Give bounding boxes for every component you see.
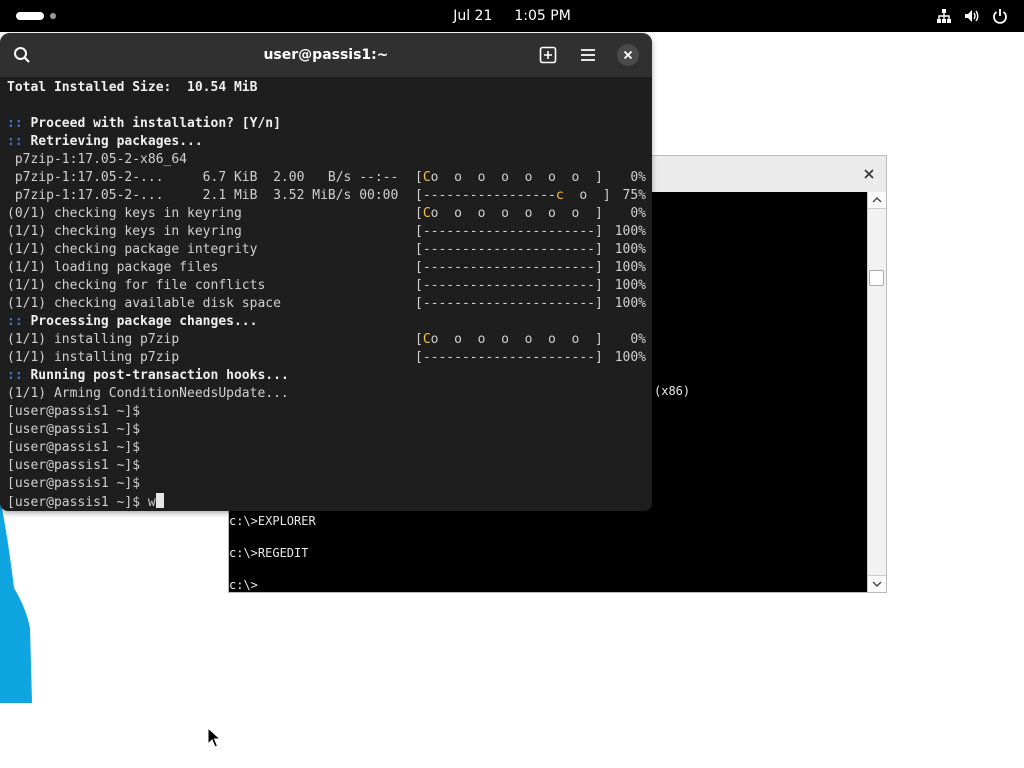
term-line-arming: (1/1) Arming ConditionNeedsUpdate... bbox=[7, 386, 289, 401]
progress-bar-integrity: [----------------------] bbox=[415, 242, 603, 257]
bar-dashes: [----------------- bbox=[415, 188, 556, 203]
term-line-processing: :: Processing package changes... bbox=[7, 313, 257, 331]
term-colon-marker: :: bbox=[7, 134, 23, 149]
percent-conflicts: 100% bbox=[614, 278, 646, 293]
term-line-integrity: (1/1) checking package integrity bbox=[7, 242, 258, 257]
percent-keys1: 100% bbox=[614, 224, 646, 239]
chevron-up-icon bbox=[872, 197, 882, 203]
term-line-hooks: :: Running post-transaction hooks... bbox=[7, 367, 289, 385]
term-line-conflicts: (1/1) checking for file conflicts bbox=[7, 278, 266, 293]
terminal-headerbar[interactable]: user@passis1:~ bbox=[0, 33, 652, 77]
term-line-pkg1: p7zip-1:17.05-2-... 6.7 KiB 2.00 B/s --:… bbox=[7, 170, 407, 185]
term-prompt: [user@passis1 ~]$ bbox=[7, 422, 141, 437]
percent-pkg1: 0% bbox=[630, 170, 646, 185]
pacman-glyph: C bbox=[555, 188, 564, 203]
new-tab-icon[interactable] bbox=[538, 45, 558, 65]
scroll-thumb[interactable] bbox=[869, 270, 884, 286]
close-icon[interactable] bbox=[860, 165, 878, 183]
term-line-keys0: (0/1) checking keys in keyring bbox=[7, 206, 242, 221]
text-cursor bbox=[155, 493, 164, 508]
term-line-loading: (1/1) loading package files bbox=[7, 260, 219, 275]
top-bar: Jul 21 1:05 PM bbox=[0, 0, 1024, 32]
power-icon[interactable] bbox=[992, 8, 1008, 24]
term-prompt: [user@passis1 ~]$ bbox=[7, 440, 141, 455]
pacman-glyph: C bbox=[422, 332, 431, 347]
term-prompt-text: [user@passis1 ~]$ w bbox=[7, 495, 156, 510]
term-text-processing: Processing package changes... bbox=[30, 314, 258, 329]
progress-bar-keys1: [----------------------] bbox=[415, 224, 603, 239]
term-line-installing1: (1/1) installing p7zip bbox=[7, 350, 180, 365]
dos-line-explorer: c:\>EXPLORER bbox=[229, 514, 316, 528]
progress-bar-keys0: [Co o o o o o o ] bbox=[415, 205, 603, 223]
scroll-up-button[interactable] bbox=[868, 192, 886, 209]
terminal-window[interactable]: user@passis1:~ Total Installed Size: 10.… bbox=[0, 33, 652, 511]
mouse-pointer-icon bbox=[207, 727, 221, 748]
dos-line-regedit: c:\>REGEDIT bbox=[229, 546, 309, 560]
terminal-output[interactable]: Total Installed Size: 10.54 MiB :: Proce… bbox=[0, 77, 652, 511]
clock-date: Jul 21 bbox=[453, 8, 493, 24]
percent-installing1: 100% bbox=[614, 350, 646, 365]
term-colon-marker: :: bbox=[7, 314, 23, 329]
desktop-wallpaper-fragment bbox=[0, 498, 32, 703]
term-prompt: [user@passis1 ~]$ bbox=[7, 404, 141, 419]
term-text-hooks: Running post-transaction hooks... bbox=[30, 368, 289, 383]
term-line-pkgname: p7zip-1:17.05-2-x86_64 bbox=[7, 152, 188, 167]
term-line-pkg2: p7zip-1:17.05-2-... 2.1 MiB 3.52 MiB/s 0… bbox=[7, 188, 407, 203]
progress-bar-installing0: [Co o o o o o o ] bbox=[415, 331, 603, 349]
hamburger-menu-icon[interactable] bbox=[578, 45, 598, 65]
term-line-keys1: (1/1) checking keys in keyring bbox=[7, 224, 242, 239]
term-line-retrieving: :: Retrieving packages... bbox=[7, 133, 203, 151]
chevron-down-icon bbox=[872, 581, 882, 587]
progress-bar-loading: [----------------------] bbox=[415, 260, 603, 275]
bar-bracket: [ bbox=[415, 170, 423, 185]
volume-icon[interactable] bbox=[964, 8, 980, 24]
term-line-installing0: (1/1) installing p7zip bbox=[7, 332, 180, 347]
term-colon-marker: :: bbox=[7, 116, 23, 131]
percent-pkg2: 75% bbox=[622, 188, 646, 203]
dos-text-x86: (x86) bbox=[654, 384, 691, 398]
search-icon[interactable] bbox=[12, 45, 32, 65]
clock-time: 1:05 PM bbox=[514, 8, 571, 24]
percent-integrity: 100% bbox=[614, 242, 646, 257]
term-text-proceed: Proceed with installation? [Y/n] bbox=[30, 116, 281, 131]
dos-prompt: c:\> bbox=[229, 578, 258, 592]
scroll-down-button[interactable] bbox=[868, 575, 886, 592]
bar-dots: o o o o o o o ] bbox=[430, 170, 603, 185]
bar-dots: o o o o o o o ] bbox=[430, 206, 603, 221]
clock[interactable]: Jul 21 1:05 PM bbox=[0, 0, 1024, 32]
progress-bar-pkg2: [-----------------C o ] bbox=[415, 187, 611, 205]
pacman-glyph: C bbox=[422, 170, 431, 185]
percent-installing0: 0% bbox=[630, 332, 646, 347]
close-button[interactable] bbox=[617, 44, 639, 66]
term-colon-marker: :: bbox=[7, 368, 23, 383]
bar-bracket: [ bbox=[415, 206, 423, 221]
network-icon[interactable] bbox=[936, 8, 952, 24]
percent-keys0: 0% bbox=[630, 206, 646, 221]
term-line-proceed: :: Proceed with installation? [Y/n] bbox=[7, 115, 281, 133]
progress-bar-installing1: [----------------------] bbox=[415, 350, 603, 365]
term-prompt: [user@passis1 ~]$ bbox=[7, 458, 141, 473]
term-line-diskspace: (1/1) checking available disk space bbox=[7, 296, 281, 311]
bar-dots: o o o o o o o ] bbox=[430, 332, 603, 347]
percent-loading: 100% bbox=[614, 260, 646, 275]
dos-scrollbar[interactable] bbox=[867, 192, 886, 592]
pacman-glyph: C bbox=[422, 206, 431, 221]
term-prompt: [user@passis1 ~]$ bbox=[7, 476, 141, 491]
term-line-size: Total Installed Size: 10.54 MiB bbox=[7, 80, 258, 95]
close-icon bbox=[623, 50, 633, 60]
bar-bracket: [ bbox=[415, 332, 423, 347]
progress-bar-pkg1: [Co o o o o o o ] bbox=[415, 169, 603, 187]
progress-bar-conflicts: [----------------------] bbox=[415, 278, 603, 293]
term-text-retrieving: Retrieving packages... bbox=[30, 134, 203, 149]
term-active-prompt[interactable]: [user@passis1 ~]$ w bbox=[7, 493, 164, 511]
percent-diskspace: 100% bbox=[614, 296, 646, 311]
progress-bar-diskspace: [----------------------] bbox=[415, 296, 603, 311]
